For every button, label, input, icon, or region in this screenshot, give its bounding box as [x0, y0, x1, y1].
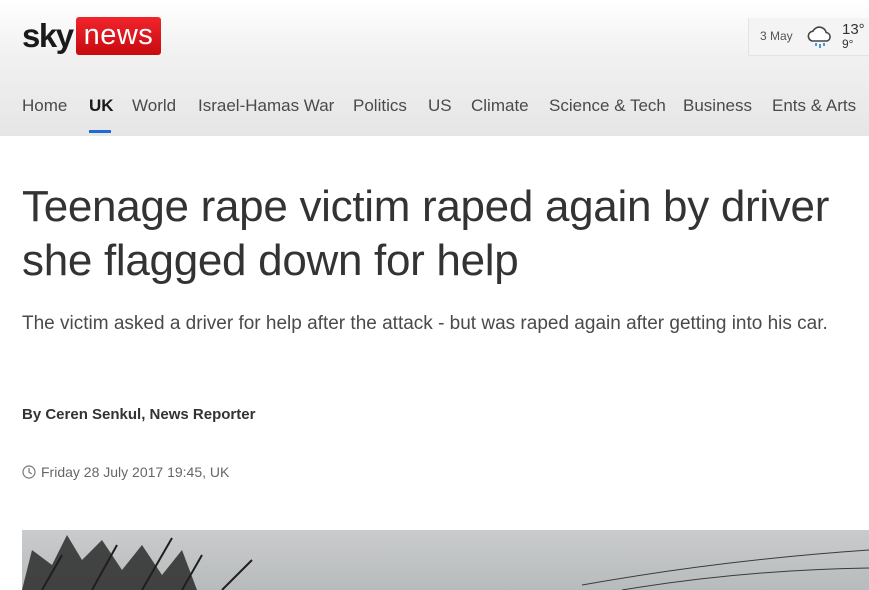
article-standfirst: The victim asked a driver for help after…: [22, 313, 828, 334]
article-byline[interactable]: By Ceren Senkul, News Reporter: [22, 406, 255, 423]
main-nav: Home UK World Israel-Hamas War Politics …: [0, 84, 869, 136]
site-header: sky news 3 May 13° 9° Home UK World Isra…: [0, 0, 869, 136]
weather-widget[interactable]: 3 May 13° 9°: [748, 18, 869, 56]
article-timestamp: Friday 28 July 2017 19:45, UK: [22, 464, 229, 480]
sky-news-logo[interactable]: sky news: [22, 16, 162, 56]
clock-icon: [22, 465, 36, 479]
logo-sky-text: sky: [22, 17, 74, 54]
nav-item-science-tech[interactable]: Science & Tech: [549, 96, 666, 116]
nav-active-indicator: [89, 130, 111, 133]
weather-high-temp: 13°: [842, 21, 865, 38]
nav-item-israel-hamas-war[interactable]: Israel-Hamas War: [198, 96, 334, 116]
timestamp-text: Friday 28 July 2017 19:45, UK: [41, 464, 230, 480]
hero-image-content: [22, 535, 869, 590]
logo-news-text: news: [75, 17, 162, 55]
article-hero-image: [22, 530, 869, 590]
weather-date: 3 May: [760, 29, 793, 43]
rain-cloud-icon: [807, 26, 831, 48]
nav-item-home[interactable]: Home: [22, 96, 67, 116]
nav-item-uk[interactable]: UK: [89, 96, 114, 116]
weather-low-temp: 9°: [842, 37, 854, 51]
nav-item-world[interactable]: World: [132, 96, 176, 116]
nav-item-us[interactable]: US: [428, 96, 452, 116]
nav-item-business[interactable]: Business: [683, 96, 752, 116]
nav-item-climate[interactable]: Climate: [471, 96, 529, 116]
nav-item-politics[interactable]: Politics: [353, 96, 407, 116]
nav-item-ents-arts[interactable]: Ents & Arts: [772, 96, 856, 116]
article-headline: Teenage rape victim raped again by drive…: [22, 182, 830, 285]
